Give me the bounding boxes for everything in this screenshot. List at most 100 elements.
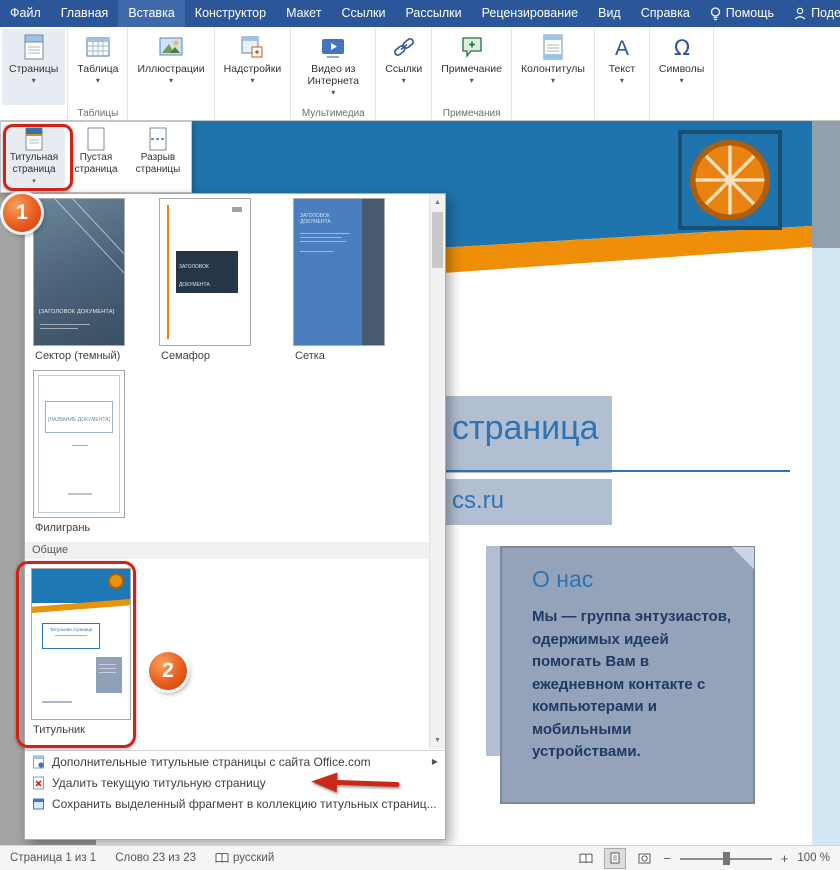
ribbon-group-tables: Таблица ▾ Таблицы [68, 27, 128, 120]
tab-layout[interactable]: Макет [276, 0, 331, 27]
tab-view[interactable]: Вид [588, 0, 631, 27]
cover-name-label: Титульник [31, 724, 131, 736]
print-layout-button[interactable] [605, 849, 625, 868]
tab-mailings[interactable]: Рассылки [395, 0, 471, 27]
svg-text:А: А [615, 37, 629, 60]
scroll-up-icon[interactable]: ▲ [430, 195, 445, 210]
decor-box: Титульная страница [42, 623, 100, 649]
blank-page-label: Пустая страница [65, 152, 127, 176]
cover-page-gallery: [ЗАГОЛОВОК ДОКУМЕНТА] Сектор (темный) ЗА… [24, 193, 446, 840]
cover-heading-text: страница [452, 409, 599, 448]
orange-logo-frame [678, 130, 782, 230]
cover-name-label: Семафор [159, 350, 251, 362]
about-side-strip [486, 546, 500, 756]
tab-design[interactable]: Конструктор [185, 0, 276, 27]
remove-cover-page-icon [32, 776, 45, 790]
tab-insert[interactable]: Вставка [118, 0, 184, 27]
remove-cover-page-label: Удалить текущую титульную страницу [52, 776, 266, 790]
ribbon-group-pages: Страницы ▾ [0, 27, 68, 120]
table-button-label: Таблица [77, 63, 118, 75]
orange-slice-logo [687, 137, 773, 223]
tab-home[interactable]: Главная [51, 0, 119, 27]
read-mode-button[interactable] [576, 849, 596, 868]
headerfooter-button[interactable]: Колонтитулы ▾ [514, 29, 592, 105]
share-button[interactable]: Поделиться [784, 0, 840, 27]
scrollbar-thumb[interactable] [432, 212, 443, 268]
share-person-icon [794, 7, 806, 20]
web-layout-button[interactable] [634, 849, 654, 868]
dropdown-chevron-icon: ▾ [551, 77, 555, 85]
links-icon [390, 33, 418, 61]
scroll-down-icon[interactable]: ▼ [430, 733, 445, 748]
save-selection-menu-item[interactable]: Сохранить выделенный фрагмент в коллекци… [25, 793, 445, 814]
remove-cover-page-menu-item[interactable]: Удалить текущую титульную страницу [25, 772, 445, 793]
ribbon: Страницы ▾ Таблица ▾ Таблицы Иллюстрации… [0, 27, 840, 121]
thumb-title-text: ЗАГОЛОВОК ДОКУМЕНТА [300, 213, 358, 225]
text-icon: А [609, 33, 635, 61]
ribbon-group-links: Ссылки ▾ [376, 27, 432, 120]
links-button[interactable]: Ссылки ▾ [378, 29, 429, 105]
cover-name-label: Сектор (темный) [33, 350, 125, 362]
table-button[interactable]: Таблица ▾ [70, 29, 125, 105]
zoom-level[interactable]: 100 % [797, 852, 830, 864]
ribbon-group-comments: Примечание ▾ Примечания [432, 27, 512, 120]
zoom-slider-thumb[interactable] [723, 852, 730, 865]
group-label-media: Мультимедиа [291, 108, 375, 119]
share-label: Поделиться [811, 0, 840, 27]
cover-thumbnail-grid[interactable]: ЗАГОЛОВОК ДОКУМЕНТА [293, 198, 385, 346]
dropdown-chevron-icon: ▾ [169, 77, 173, 85]
thumb-title-text: [НАЗВАНИЕ ДОКУМЕНТА] [48, 417, 110, 423]
more-cover-pages-menu-item[interactable]: Дополнительные титульные страницы с сайт… [25, 751, 445, 772]
lightbulb-icon [710, 7, 721, 21]
group-label-tables: Таблицы [68, 108, 127, 119]
about-body-text: Мы — группа энтузиастов, одержимых идеей… [532, 606, 737, 764]
panel-fold-corner [732, 547, 754, 569]
tab-references[interactable]: Ссылки [331, 0, 395, 27]
word-count-status[interactable]: Слово 23 из 23 [115, 852, 196, 864]
cover-thumbnail-sector[interactable]: [ЗАГОЛОВОК ДОКУМЕНТА] [33, 198, 125, 346]
gallery-cell: [ЗАГОЛОВОК ДОКУМЕНТА] Сектор (темный) [33, 198, 125, 362]
zoom-out-button[interactable]: − [663, 851, 671, 866]
online-video-icon [318, 33, 348, 61]
tab-file[interactable]: Файл [0, 0, 51, 27]
gallery-cell: ЗАГОЛОВОК ДОКУМЕНТА Семафор [159, 198, 251, 362]
illustrations-button[interactable]: Иллюстрации ▾ [130, 29, 211, 105]
blank-page-button[interactable]: Пустая страница [65, 125, 127, 189]
tell-me-button[interactable]: Помощь [700, 0, 784, 27]
cover-page-icon [23, 127, 45, 151]
ribbon-group-headerfooter: Колонтитулы ▾ [512, 27, 595, 120]
addins-icon [238, 33, 266, 61]
text-button[interactable]: А Текст ▾ [597, 29, 647, 105]
dropdown-chevron-icon: ▾ [250, 77, 254, 85]
cover-thumbnail-filigree[interactable]: [НАЗВАНИЕ ДОКУМЕНТА] [33, 370, 125, 518]
language-status[interactable]: русский [215, 852, 274, 864]
pages-button-label: Страницы [9, 63, 58, 75]
tab-review[interactable]: Рецензирование [472, 0, 589, 27]
status-right: − + 100 % [576, 849, 840, 868]
symbols-button[interactable]: Ω Символы ▾ [652, 29, 711, 105]
blank-page-icon [85, 127, 107, 151]
cover-page-button[interactable]: Титульная страница ▾ [3, 125, 65, 189]
tab-help[interactable]: Справка [631, 0, 700, 27]
zoom-in-button[interactable]: + [781, 851, 789, 866]
pages-button[interactable]: Страницы ▾ [2, 29, 65, 105]
comment-button[interactable]: Примечание ▾ [434, 29, 509, 105]
ribbon-group-media: Видео из Интернета ▾ Мультимедиа [291, 27, 376, 120]
thumb-title-text: ЗАГОЛОВОК ДОКУМЕНТА [179, 264, 210, 288]
page-number-status[interactable]: Страница 1 из 1 [10, 852, 96, 864]
dropdown-chevron-icon: ▾ [620, 77, 624, 85]
decor-line [67, 198, 125, 325]
cover-thumbnail-titulnik[interactable]: Титульная страница [31, 568, 131, 720]
proofing-book-icon [215, 852, 229, 864]
illustrations-icon [157, 33, 185, 61]
zoom-slider[interactable] [680, 851, 772, 866]
cover-thumbnail-semaphore[interactable]: ЗАГОЛОВОК ДОКУМЕНТА [159, 198, 251, 346]
gallery-scrollbar[interactable]: ▲ ▼ [429, 194, 445, 749]
page-break-button[interactable]: Разрыв страницы [127, 125, 189, 189]
online-video-button[interactable]: Видео из Интернета ▾ [293, 29, 373, 105]
headerfooter-button-label: Колонтитулы [521, 63, 585, 75]
dropdown-chevron-icon: ▾ [32, 77, 36, 85]
addins-button[interactable]: Надстройки ▾ [217, 29, 289, 105]
symbols-button-label: Символы [659, 63, 704, 75]
status-bar: Страница 1 из 1 Слово 23 из 23 русский − [0, 845, 840, 870]
